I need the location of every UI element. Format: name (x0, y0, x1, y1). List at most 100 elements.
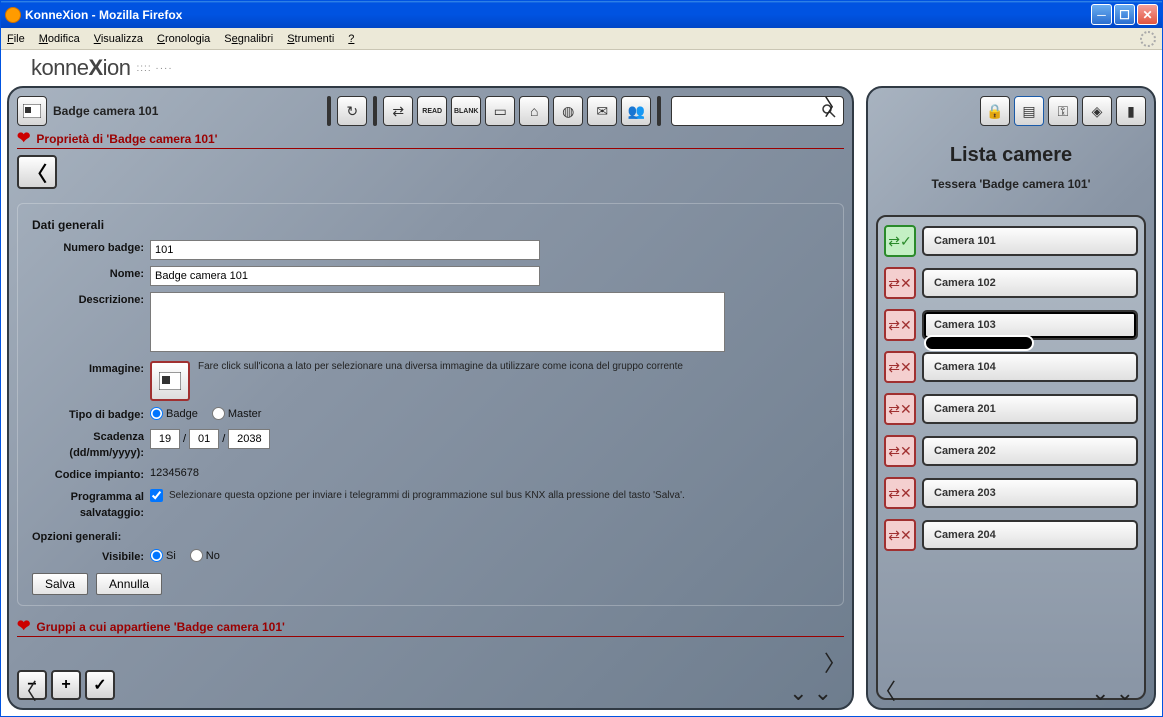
expand-right-icon[interactable]: 〉 (824, 646, 846, 678)
visibile-si-radio[interactable]: Si (150, 549, 176, 562)
side-panel: 🔒 ▤ ⚿ ◈ ▮ Lista camere Tessera 'Badge ca… (866, 86, 1156, 710)
programma-help: Selezionare questa opzione per inviare i… (169, 489, 685, 501)
tipo-master-radio[interactable]: Master (212, 407, 262, 420)
menubar: File Modifica Visualizza Cronologia Segn… (1, 28, 1162, 50)
tipo-badge-radio[interactable]: Badge (150, 407, 198, 420)
camera-label[interactable]: Camera 101 (922, 226, 1138, 256)
codice-label: Codice impianto: (32, 467, 150, 483)
sync-fail-icon: ⇄✕ (884, 393, 916, 425)
cancel-button[interactable]: Annulla (96, 573, 162, 595)
menu-tools[interactable]: Strumenti (287, 33, 334, 45)
collapse-icon: ❤ (17, 134, 30, 144)
sync-fail-icon: ⇄✕ (884, 267, 916, 299)
codice-value: 12345678 (150, 467, 829, 479)
window-title: KonneXion - Mozilla Firefox (25, 8, 182, 22)
minimize-button[interactable]: ─ (1091, 4, 1112, 25)
sync-button[interactable]: ⇄ (383, 96, 413, 126)
menu-edit[interactable]: Modifica (39, 33, 80, 45)
tag-button[interactable]: ◈ (1082, 96, 1112, 126)
camera-label[interactable]: Camera 202 (922, 436, 1138, 466)
lock-button[interactable]: 🔒 (980, 96, 1010, 126)
add-button[interactable]: + (51, 670, 81, 700)
window-titlebar: KonneXion - Mozilla Firefox ─ ☐ ✕ (1, 1, 1162, 28)
scroll-down-icon[interactable]: ⌄⌄ (1091, 680, 1134, 706)
numero-label: Numero badge: (32, 240, 150, 256)
card-button[interactable]: ▭ (485, 96, 515, 126)
main-panel: Badge camera 101 ↻ ⇄ READ BLANK ▭ ⌂ ◍ ✉ … (7, 86, 854, 710)
sync-fail-icon: ⇄✕ (884, 519, 916, 551)
close-button[interactable]: ✕ (1137, 4, 1158, 25)
menu-help[interactable]: ? (348, 33, 354, 45)
mail-button[interactable]: ✉ (587, 96, 617, 126)
home-button[interactable]: ⌂ (519, 96, 549, 126)
camera-label[interactable]: Camera 102 (922, 268, 1138, 298)
confirm-button[interactable]: ✓ (85, 670, 115, 700)
people-button[interactable]: 👥 (621, 96, 651, 126)
key-button[interactable]: ⚿ (1048, 96, 1078, 126)
toolbar-divider (373, 96, 377, 126)
camera-list: ⇄✓Camera 101⇄✕Camera 102⇄✕Camera 103⇄✕Ca… (876, 215, 1146, 700)
refresh-button[interactable]: ↻ (337, 96, 367, 126)
blank-button[interactable]: BLANK (451, 96, 481, 126)
image-selector-button[interactable] (150, 361, 190, 401)
globe-button[interactable]: ◍ (553, 96, 583, 126)
read-button[interactable]: READ (417, 96, 447, 126)
form-title: Dati generali (32, 218, 829, 232)
back-button[interactable]: 〈 (17, 155, 57, 189)
right-panel-title: Lista camere (876, 144, 1146, 167)
scadenza-yyyy[interactable] (228, 429, 270, 449)
scadenza-label: Scadenza (dd/mm/yyyy): (32, 429, 150, 461)
scadenza-mm[interactable] (189, 429, 219, 449)
nome-label: Nome: (32, 266, 150, 282)
badge-icon (17, 96, 47, 126)
programma-checkbox[interactable] (150, 489, 163, 502)
toolbar-divider (657, 96, 661, 126)
immagine-label: Immagine: (32, 361, 150, 377)
expand-left-icon[interactable]: 〈 (15, 674, 37, 706)
visibile-no-radio[interactable]: No (190, 549, 220, 562)
opzioni-title: Opzioni generali: (32, 531, 829, 543)
badge-title: Badge camera 101 (53, 104, 158, 118)
camera-item[interactable]: ⇄✕Camera 202 (884, 435, 1138, 467)
list-button[interactable]: ▤ (1014, 96, 1044, 126)
expand-left-icon[interactable]: 〈 (874, 674, 896, 706)
expand-right-icon[interactable]: 〉 (824, 90, 846, 122)
sync-ok-icon: ⇄✓ (884, 225, 916, 257)
camera-label[interactable]: Camera 203 (922, 478, 1138, 508)
camera-label[interactable]: Camera 104 (922, 352, 1138, 382)
section-groups-header[interactable]: ❤ Gruppi a cui appartiene 'Badge camera … (17, 620, 844, 637)
camera-item[interactable]: ⇄✕Camera 103 (884, 309, 1138, 341)
firefox-icon (5, 7, 21, 23)
camera-label[interactable]: Camera 204 (922, 520, 1138, 550)
search-box[interactable] (671, 96, 844, 126)
camera-item[interactable]: ⇄✕Camera 201 (884, 393, 1138, 425)
tipo-label: Tipo di badge: (32, 407, 150, 423)
nome-input[interactable] (150, 266, 540, 286)
descrizione-label: Descrizione: (32, 292, 150, 308)
search-input[interactable] (678, 105, 821, 117)
device-button[interactable]: ▮ (1116, 96, 1146, 126)
immagine-help: Fare click sull'icona a lato per selezio… (198, 361, 683, 372)
descrizione-input[interactable] (150, 292, 725, 352)
scadenza-dd[interactable] (150, 429, 180, 449)
sync-fail-icon: ⇄✕ (884, 435, 916, 467)
menu-view[interactable]: Visualizza (94, 33, 143, 45)
camera-label[interactable]: Camera 201 (922, 394, 1138, 424)
menu-history[interactable]: Cronologia (157, 33, 210, 45)
tooltip (924, 335, 1034, 351)
scroll-down-icon[interactable]: ⌄⌄ (789, 680, 832, 706)
menu-bookmarks[interactable]: Segnalibri (224, 33, 273, 45)
save-button[interactable]: Salva (32, 573, 88, 595)
camera-item[interactable]: ⇄✓Camera 101 (884, 225, 1138, 257)
camera-item[interactable]: ⇄✕Camera 204 (884, 519, 1138, 551)
sync-fail-icon: ⇄✕ (884, 309, 916, 341)
maximize-button[interactable]: ☐ (1114, 4, 1135, 25)
camera-item[interactable]: ⇄✕Camera 102 (884, 267, 1138, 299)
visibile-label: Visibile: (32, 549, 150, 565)
section-properties-header[interactable]: ❤ Proprietà di 'Badge camera 101' (17, 132, 844, 149)
programma-label: Programma al salvataggio: (32, 489, 150, 521)
menu-file[interactable]: File (7, 33, 25, 45)
numero-input[interactable] (150, 240, 540, 260)
camera-item[interactable]: ⇄✕Camera 203 (884, 477, 1138, 509)
camera-item[interactable]: ⇄✕Camera 104 (884, 351, 1138, 383)
